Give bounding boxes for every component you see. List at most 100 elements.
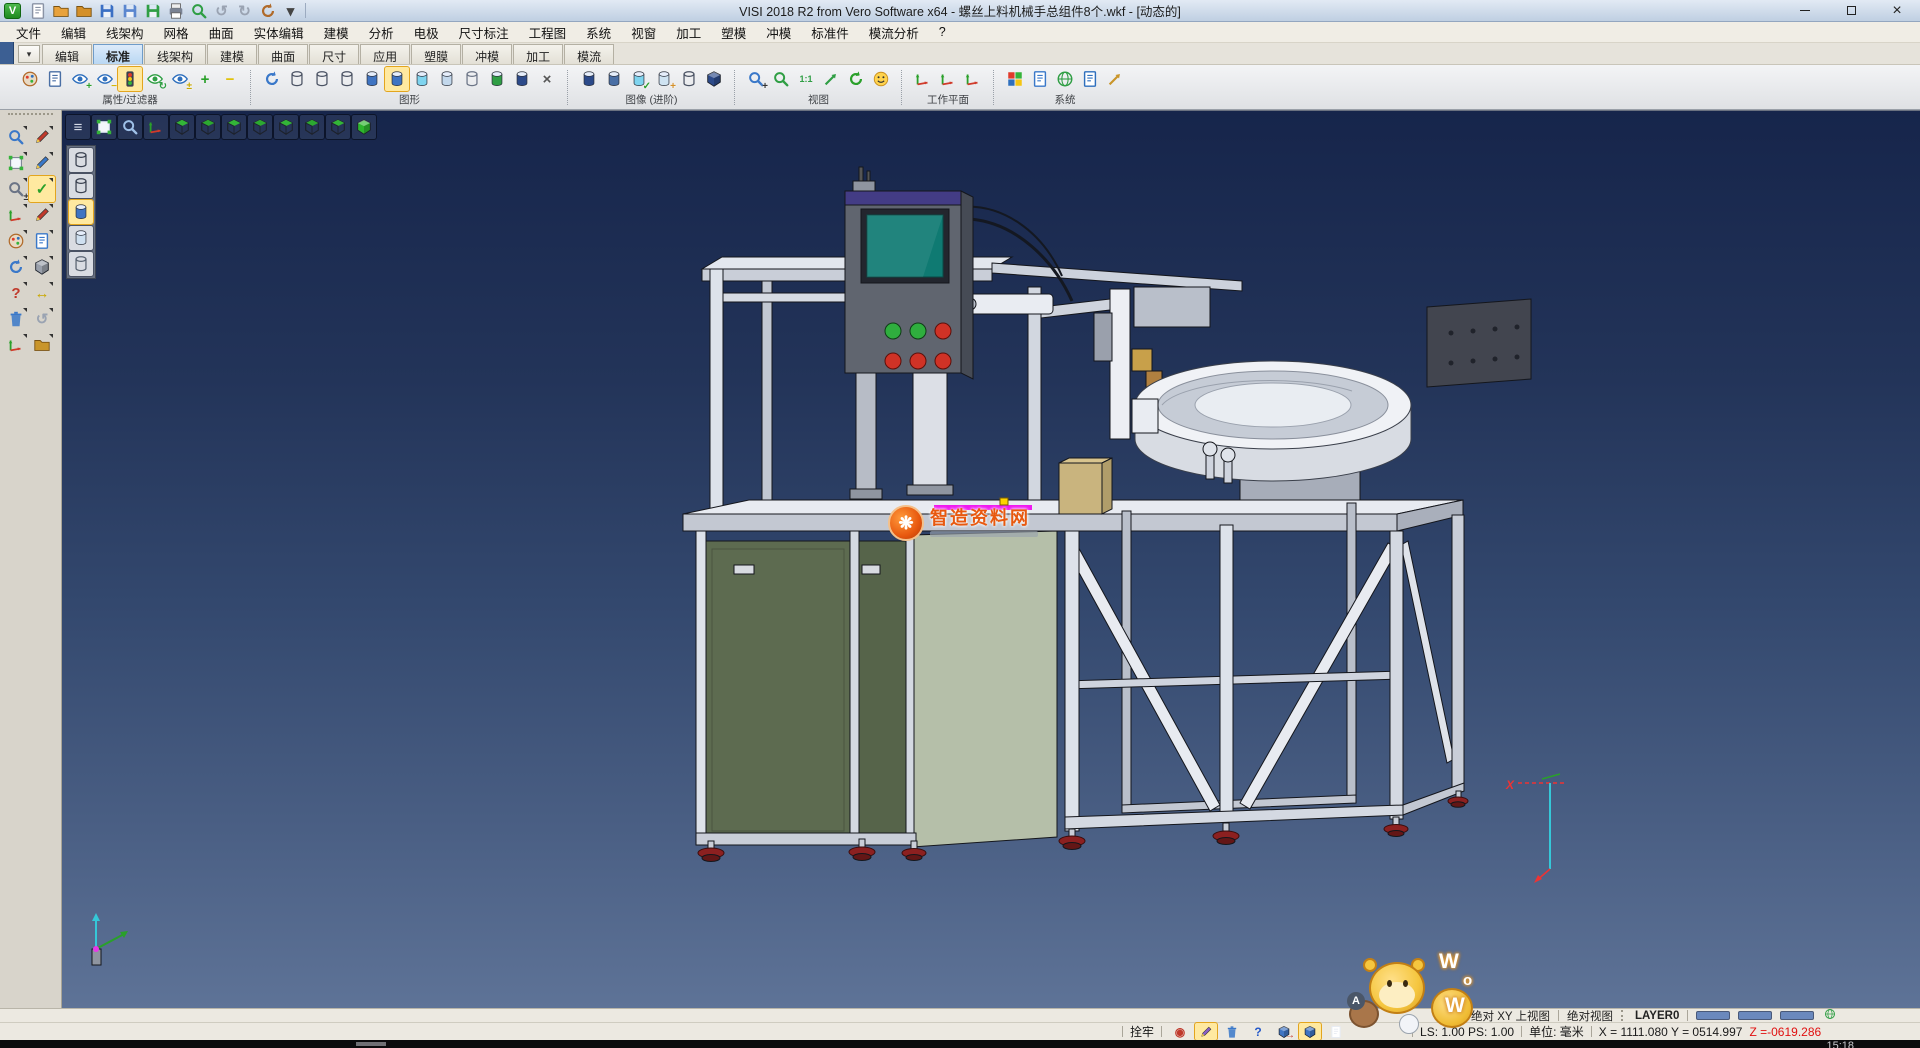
menu-item-线架构[interactable]: 线架构 — [96, 21, 154, 44]
show-all-icon[interactable]: + — [193, 67, 217, 91]
undo-side-icon[interactable]: ↺ — [29, 306, 55, 332]
layer-palette-icon[interactable] — [3, 228, 29, 254]
confirm-check-icon[interactable]: ✓ — [29, 176, 55, 202]
delete-trash-icon[interactable] — [3, 306, 29, 332]
view-top-icon[interactable] — [170, 115, 194, 139]
sys-panel-icon[interactable] — [1078, 67, 1102, 91]
view-bottom-icon[interactable] — [196, 115, 220, 139]
menu-item-尺寸标注[interactable]: 尺寸标注 — [449, 21, 519, 44]
vp-zoom-icon[interactable] — [118, 115, 142, 139]
window-tile-icon[interactable] — [29, 228, 55, 254]
wcs-axis-icon[interactable] — [3, 202, 29, 228]
zoom-solid-icon[interactable]: ± — [3, 176, 29, 202]
print-icon[interactable] — [165, 1, 186, 20]
windows-taskbar-sliver[interactable]: 15:18 — [0, 1040, 1920, 1048]
print-preview-icon[interactable] — [188, 1, 209, 20]
menu-item-塑模[interactable]: 塑模 — [711, 21, 756, 44]
tab-应用[interactable]: 应用 — [360, 44, 410, 64]
shade-cyl-active-icon[interactable] — [385, 67, 409, 91]
wire-cyl-2-icon[interactable] — [310, 67, 334, 91]
snap-filter-icon[interactable] — [1221, 1023, 1243, 1040]
strip-shaded-active-icon[interactable] — [69, 200, 93, 224]
adv-cyl-wire-icon[interactable] — [677, 67, 701, 91]
cube-shade-icon[interactable] — [29, 254, 55, 280]
adv-cyl-solid-icon[interactable] — [577, 67, 601, 91]
tab-编辑[interactable]: 编辑 — [42, 44, 92, 64]
snap-record-icon[interactable]: ◉ — [1169, 1023, 1191, 1040]
menu-item-实体编辑[interactable]: 实体编辑 — [244, 21, 314, 44]
dynamic-cube-icon[interactable] — [1299, 1023, 1321, 1040]
tab-线架构[interactable]: 线架构 — [144, 44, 206, 64]
status-globe-icon[interactable] — [1822, 1008, 1837, 1021]
ghost-cyl-icon[interactable] — [435, 67, 459, 91]
save-all-icon[interactable] — [142, 1, 163, 20]
transparent-cyl-icon[interactable] — [410, 67, 434, 91]
view-front-icon[interactable] — [222, 115, 246, 139]
strip-wire-1-icon[interactable] — [69, 148, 93, 172]
strip-hidden-icon[interactable] — [69, 252, 93, 276]
mannequin-icon[interactable] — [1325, 1023, 1347, 1040]
minimize-button[interactable] — [1782, 0, 1828, 22]
view-iso-icon[interactable] — [326, 115, 350, 139]
menu-item-曲面[interactable]: 曲面 — [199, 21, 244, 44]
view-right-icon[interactable] — [300, 115, 324, 139]
undo-icon[interactable]: ↺ — [211, 1, 232, 20]
adv-cube-icon[interactable] — [702, 67, 726, 91]
pan-view-icon[interactable] — [819, 67, 843, 91]
adv-cyl-stripe-icon[interactable] — [602, 67, 626, 91]
menu-item-编辑[interactable]: 编辑 — [51, 21, 96, 44]
view-left-icon[interactable] — [274, 115, 298, 139]
redo-icon[interactable]: ↻ — [234, 1, 255, 20]
menu-item-系统[interactable]: 系统 — [576, 21, 621, 44]
menu-item-工程图[interactable]: 工程图 — [519, 21, 577, 44]
wp-axis-up-icon[interactable] — [936, 67, 960, 91]
vp-list-icon[interactable]: ≡ — [66, 115, 90, 139]
zoom-all-icon[interactable] — [769, 67, 793, 91]
eye-show-icon[interactable]: + — [68, 67, 92, 91]
menu-item-视窗[interactable]: 视窗 — [621, 21, 666, 44]
adv-cyl-check-icon[interactable]: ✓ — [627, 67, 651, 91]
redraw-side-icon[interactable] — [3, 254, 29, 280]
render-settings-icon[interactable]: × — [535, 67, 559, 91]
tab-塑膜[interactable]: 塑膜 — [411, 44, 461, 64]
close-button[interactable]: × — [1874, 0, 1920, 22]
status-search-icon[interactable] — [1448, 1008, 1463, 1021]
hidden-line-cyl-icon[interactable] — [460, 67, 484, 91]
sys-options-icon[interactable] — [1053, 67, 1077, 91]
menu-item-网格[interactable]: 网格 — [154, 21, 199, 44]
qat-dropdown-icon[interactable]: ▾ — [280, 1, 301, 20]
strip-wire-2-icon[interactable] — [69, 174, 93, 198]
wire-cyl-1-icon[interactable] — [285, 67, 309, 91]
open-file-icon[interactable] — [73, 1, 94, 20]
snap-help-icon[interactable]: ? — [1247, 1023, 1269, 1040]
wire-cyl-3-icon[interactable] — [335, 67, 359, 91]
tab-dropdown-button[interactable]: ▾ — [18, 45, 40, 63]
render-refresh-icon[interactable] — [485, 67, 509, 91]
sketch-erase-icon[interactable] — [29, 124, 55, 150]
eye-hide-icon[interactable]: − — [93, 67, 117, 91]
shade-cyl-icon[interactable] — [360, 67, 384, 91]
visibility-filter-icon[interactable] — [118, 67, 142, 91]
snap-wand-icon[interactable] — [1195, 1023, 1217, 1040]
tab-建模[interactable]: 建模 — [207, 44, 257, 64]
redraw-icon[interactable] — [260, 67, 284, 91]
scale-indicator[interactable]: LS: 1.00 PS: 1.00 — [1420, 1025, 1514, 1039]
snap-cube-axis-icon[interactable]: → — [1273, 1023, 1295, 1040]
menu-item-分析[interactable]: 分析 — [359, 21, 404, 44]
menu-item-标准件[interactable]: 标准件 — [801, 21, 859, 44]
sys-colors-icon[interactable] — [1003, 67, 1027, 91]
maximize-button[interactable] — [1828, 0, 1874, 22]
wp-axis-move-icon[interactable] — [961, 67, 985, 91]
menu-item-建模[interactable]: 建模 — [314, 21, 359, 44]
save-as-icon[interactable] — [119, 1, 140, 20]
render-pair-icon[interactable] — [510, 67, 534, 91]
menu-item-文件[interactable]: 文件 — [6, 21, 51, 44]
active-layer-indicator[interactable]: LAYER0 — [1635, 1010, 1679, 1022]
sketch-spline-icon[interactable] — [29, 202, 55, 228]
view-back-icon[interactable] — [248, 115, 272, 139]
new-file-icon[interactable] — [27, 1, 48, 20]
open-folder-icon[interactable] — [50, 1, 71, 20]
select-frame-icon[interactable] — [3, 150, 29, 176]
vp-frame-icon[interactable] — [92, 115, 116, 139]
analyze-mag-icon[interactable] — [3, 124, 29, 150]
